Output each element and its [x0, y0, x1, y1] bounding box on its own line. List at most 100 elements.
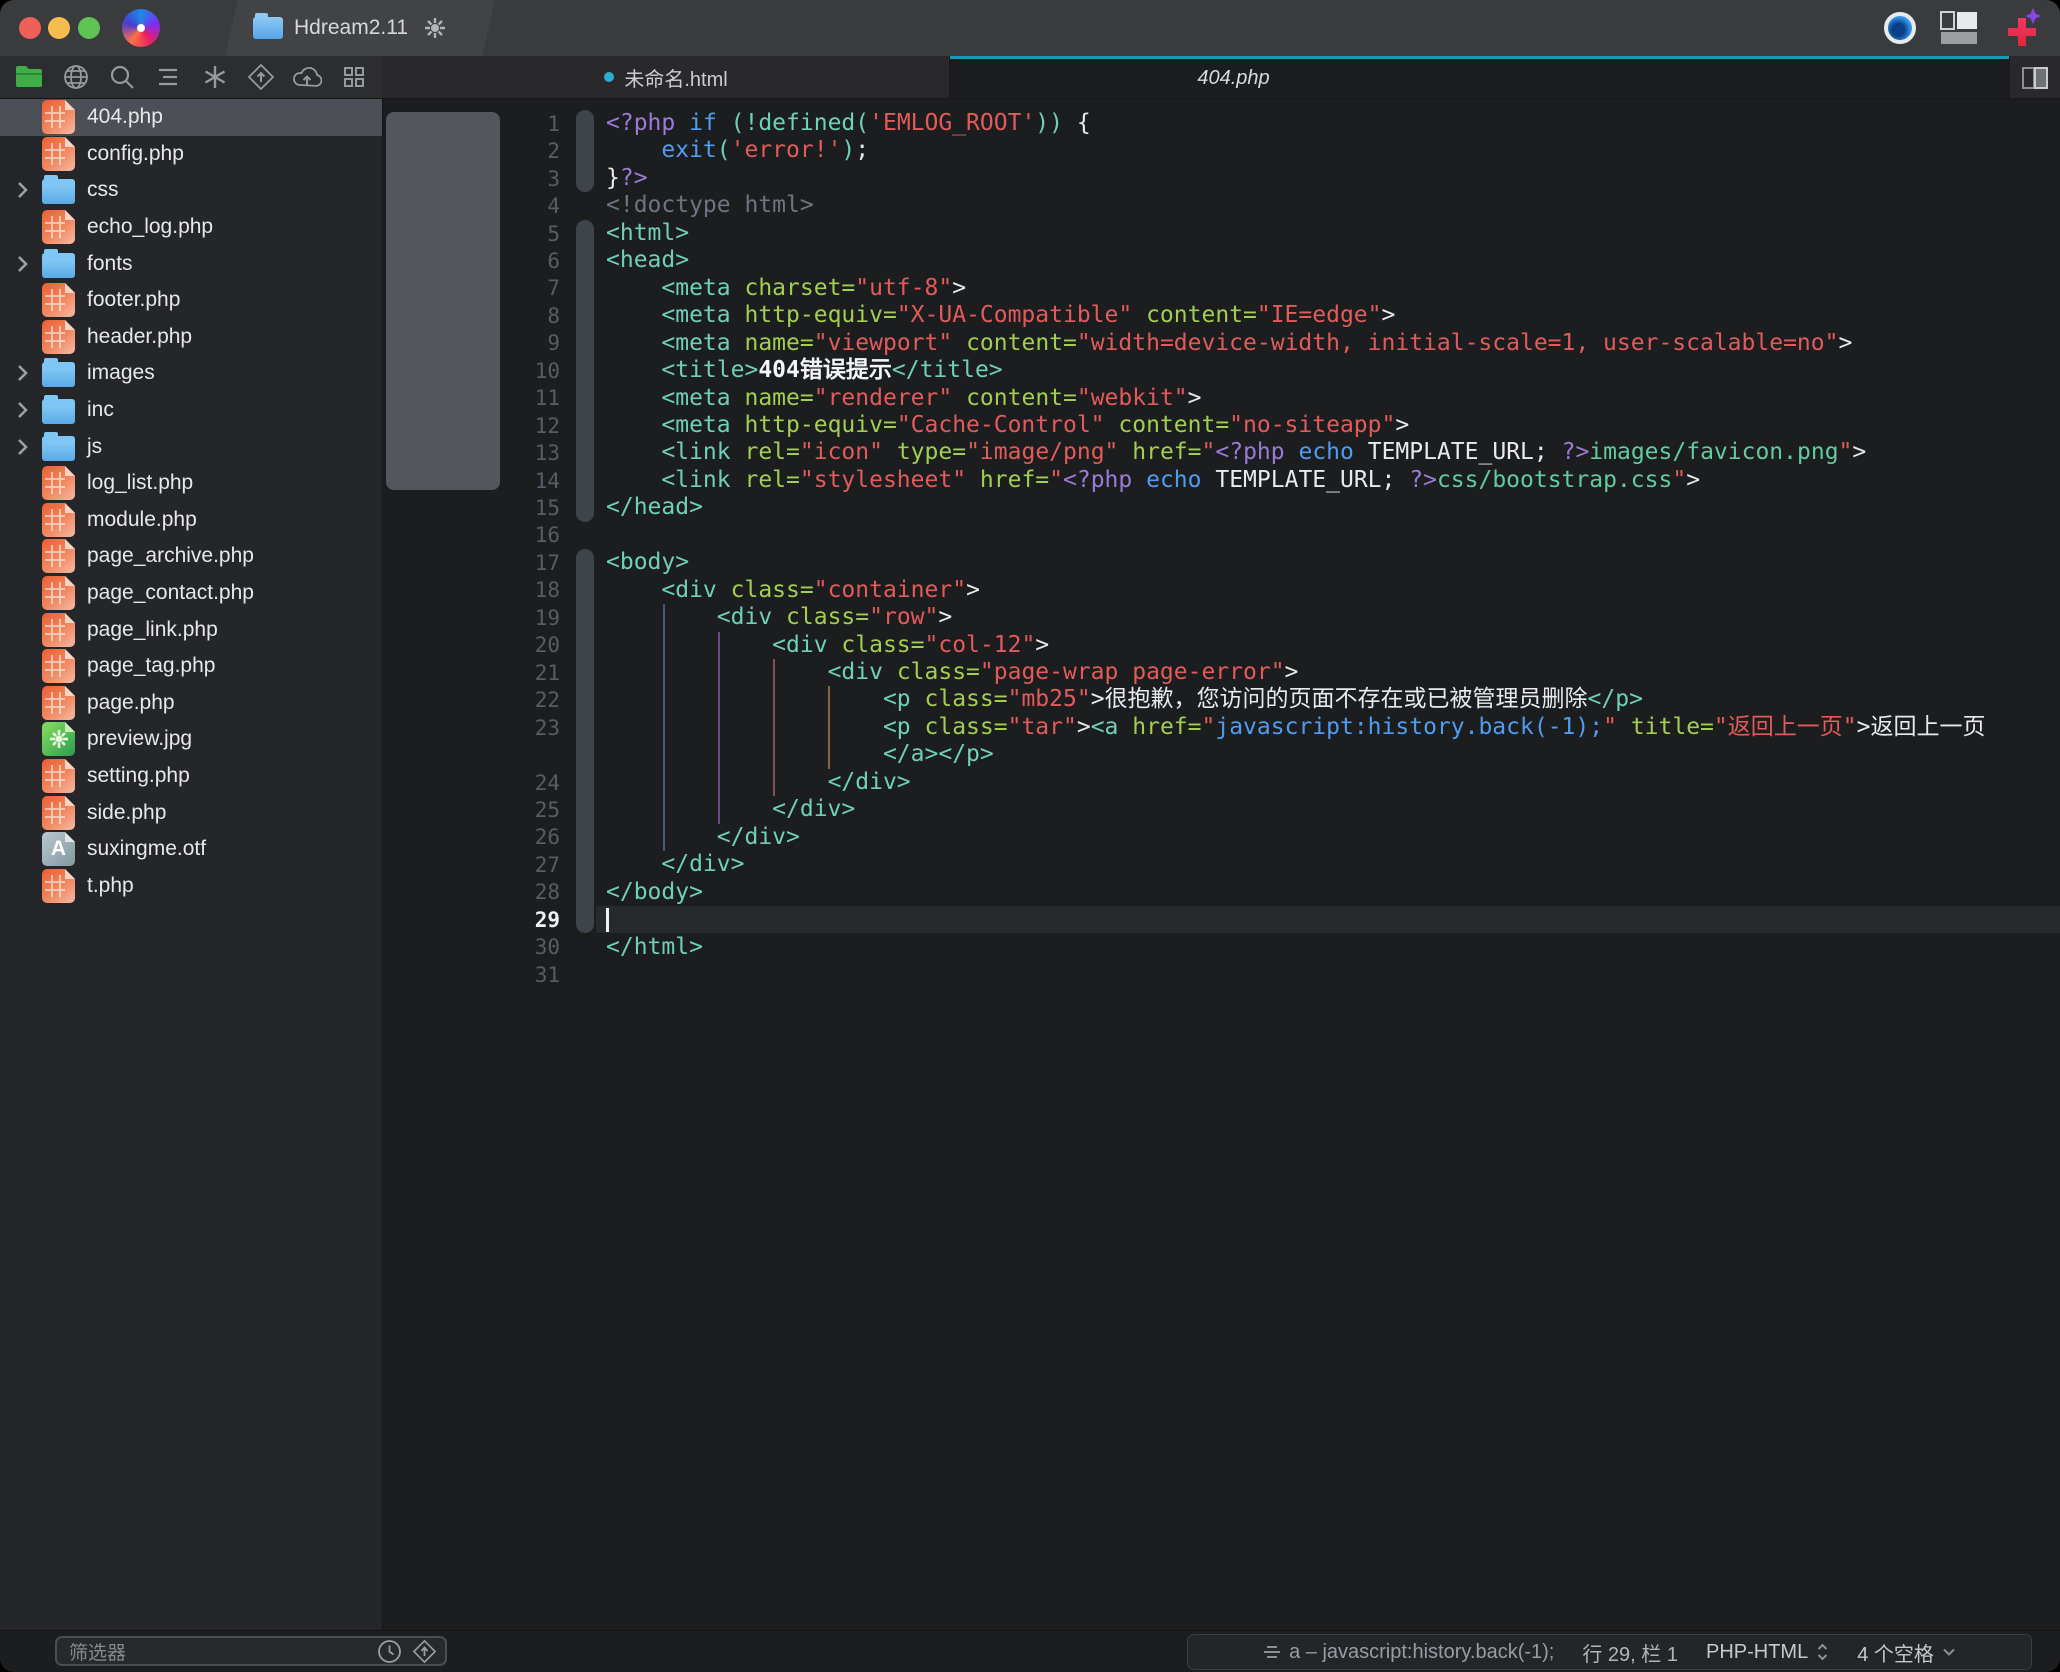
project-settings-gear-icon[interactable]: [423, 16, 447, 40]
code-line[interactable]: 16: [383, 522, 2060, 549]
chevron-right-icon[interactable]: [16, 363, 42, 383]
folder-icon: [42, 358, 75, 388]
globe-icon[interactable]: [58, 60, 94, 94]
code-line[interactable]: 9 <meta name="viewport" content="width=d…: [383, 330, 2060, 357]
line-number: 17: [534, 550, 560, 575]
publish-filter-icon[interactable]: [412, 1639, 437, 1664]
line-number: 31: [534, 962, 560, 987]
sidebar-item-t-php[interactable]: t.php: [0, 867, 382, 904]
code-text: }?>: [606, 164, 648, 191]
sidebar-item-setting-php[interactable]: setting.php: [0, 758, 382, 795]
search-icon[interactable]: [104, 60, 140, 94]
sidebar-item-page_link-php[interactable]: page_link.php: [0, 611, 382, 648]
code-line[interactable]: 5 <html>: [383, 220, 2060, 247]
code-line[interactable]: 28 </body>: [383, 879, 2060, 906]
code-editor[interactable]: 1 <?php if (!defined('EMLOG_ROOT')) {2 ex…: [383, 99, 2060, 1630]
zoom-button[interactable]: [78, 17, 100, 39]
sidebar-item-header-php[interactable]: header.php: [0, 319, 382, 356]
close-button[interactable]: [19, 17, 41, 39]
code-text: <link rel="icon" type="image/png" href="…: [661, 439, 1867, 466]
code-line[interactable]: 31: [383, 961, 2060, 988]
code-line[interactable]: 21 <div class="page-wrap page-error">: [383, 659, 2060, 686]
code-line[interactable]: 22 <p class="mb25">很抱歉，您访问的页面不存在或已被管理员删除…: [383, 686, 2060, 713]
code-line[interactable]: 29: [383, 906, 2060, 933]
indent-setting-select[interactable]: 4 个空格: [1857, 1638, 1956, 1667]
sidebar-item-page_archive-php[interactable]: page_archive.php: [0, 538, 382, 575]
code-line[interactable]: 10 <title>404错误提示</title>: [383, 357, 2060, 384]
sidebar-item-config-php[interactable]: config.php: [0, 136, 382, 173]
chevron-right-icon[interactable]: [16, 254, 42, 274]
publish-icon[interactable]: [243, 60, 279, 94]
code-line[interactable]: 15 </head>: [383, 494, 2060, 521]
status-bar: 筛选器 a – javascript:history.back(-1); 行 2…: [0, 1630, 2060, 1672]
code-line[interactable]: 18 <div class="container">: [383, 577, 2060, 604]
code-line[interactable]: 14 <link rel="stylesheet" href="<?php ec…: [383, 467, 2060, 494]
right-panel-toggle-button[interactable]: [2009, 56, 2060, 98]
code-line[interactable]: 19 <div class="row">: [383, 604, 2060, 631]
code-line[interactable]: 2 exit('error!');: [383, 137, 2060, 164]
sidebar-item-js[interactable]: js: [0, 428, 382, 465]
sidebar-item-footer-php[interactable]: footer.php: [0, 282, 382, 319]
grid-icon[interactable]: [336, 60, 372, 94]
code-line[interactable]: 20 <div class="col-12">: [383, 632, 2060, 659]
code-line[interactable]: 7 <meta charset="utf-8">: [383, 275, 2060, 302]
code-line[interactable]: 25 </div>: [383, 796, 2060, 823]
code-line[interactable]: 1 <?php if (!defined('EMLOG_ROOT')) {: [383, 110, 2060, 137]
tab-untitled[interactable]: 未命名.html: [383, 56, 950, 98]
sidebar-item-fonts[interactable]: fonts: [0, 245, 382, 282]
code-line[interactable]: 24 </div>: [383, 769, 2060, 796]
sidebar-item-page_tag-php[interactable]: page_tag.php: [0, 648, 382, 685]
code-line[interactable]: 30 </html>: [383, 934, 2060, 961]
code-line[interactable]: 3}?>: [383, 165, 2060, 192]
filter-input[interactable]: 筛选器: [55, 1636, 447, 1666]
syntax-mode-select[interactable]: PHP-HTML: [1706, 1641, 1829, 1664]
tab-404-php[interactable]: 404.php: [950, 56, 2009, 98]
code-line[interactable]: 11 <meta name="renderer" content="webkit…: [383, 385, 2060, 412]
preview-eye-icon[interactable]: [1884, 12, 1916, 44]
code-line[interactable]: 6 <head>: [383, 247, 2060, 274]
code-line[interactable]: 4 <!doctype html>: [383, 192, 2060, 219]
minimize-button[interactable]: [48, 17, 70, 39]
code-line[interactable]: 12 <meta http-equiv="Cache-Control" cont…: [383, 412, 2060, 439]
sidebar-item-log_list-php[interactable]: log_list.php: [0, 465, 382, 502]
sidebar-item-page_contact-php[interactable]: page_contact.php: [0, 575, 382, 612]
sidebar-item-page-php[interactable]: page.php: [0, 685, 382, 722]
sidebar-item-side-php[interactable]: side.php: [0, 794, 382, 831]
code-line[interactable]: 27 </div>: [383, 851, 2060, 878]
php-file-icon: [42, 795, 75, 830]
sync-icon[interactable]: [289, 60, 325, 94]
filter-placeholder: 筛选器: [69, 1642, 127, 1664]
project-tab[interactable]: Hdream2.11: [225, 0, 495, 56]
navigator-icon[interactable]: [150, 60, 186, 94]
recent-clock-icon[interactable]: [377, 1639, 402, 1664]
code-text: </a></p>: [882, 741, 994, 768]
code-text: <html>: [606, 219, 690, 246]
sidebar-item-echo_log-php[interactable]: echo_log.php: [0, 209, 382, 246]
code-line[interactable]: 8 <meta http-equiv="X-UA-Compatible" con…: [383, 302, 2060, 329]
project-folder-icon: [253, 17, 283, 39]
code-line[interactable]: 17 <body>: [383, 549, 2060, 576]
sidebar-item-404-php[interactable]: 404.php: [0, 99, 382, 136]
layout-icon[interactable]: [1940, 11, 1978, 45]
sidebar-item-suxingme-otf[interactable]: Asuxingme.otf: [0, 831, 382, 868]
sidebar-item-module-php[interactable]: module.php: [0, 502, 382, 539]
chevron-right-icon[interactable]: [16, 437, 42, 457]
sidebar-item-images[interactable]: images: [0, 355, 382, 392]
code-line[interactable]: 23 <p class="tar"><a href="javascript:hi…: [383, 714, 2060, 741]
php-file-icon: [42, 868, 75, 903]
chevron-right-icon[interactable]: [16, 400, 42, 420]
code-line[interactable]: 26 </div>: [383, 824, 2060, 851]
php-file-icon: [42, 502, 75, 537]
element-context[interactable]: a – javascript:history.back(-1);: [1263, 1641, 1554, 1664]
sidebar-item-inc[interactable]: inc: [0, 392, 382, 429]
chevron-right-icon[interactable]: [16, 180, 42, 200]
code-line-wrap[interactable]: </a></p>: [383, 741, 2060, 768]
files-icon[interactable]: [11, 60, 47, 94]
sidebar-item-css[interactable]: css: [0, 172, 382, 209]
code-line[interactable]: 13 <link rel="icon" type="image/png" hre…: [383, 439, 2060, 466]
file-label: images: [87, 361, 155, 385]
code-text: </div>: [772, 796, 856, 823]
new-plus-icon[interactable]: [2002, 6, 2042, 50]
snippets-icon[interactable]: [197, 60, 233, 94]
sidebar-item-preview-jpg[interactable]: preview.jpg: [0, 721, 382, 758]
